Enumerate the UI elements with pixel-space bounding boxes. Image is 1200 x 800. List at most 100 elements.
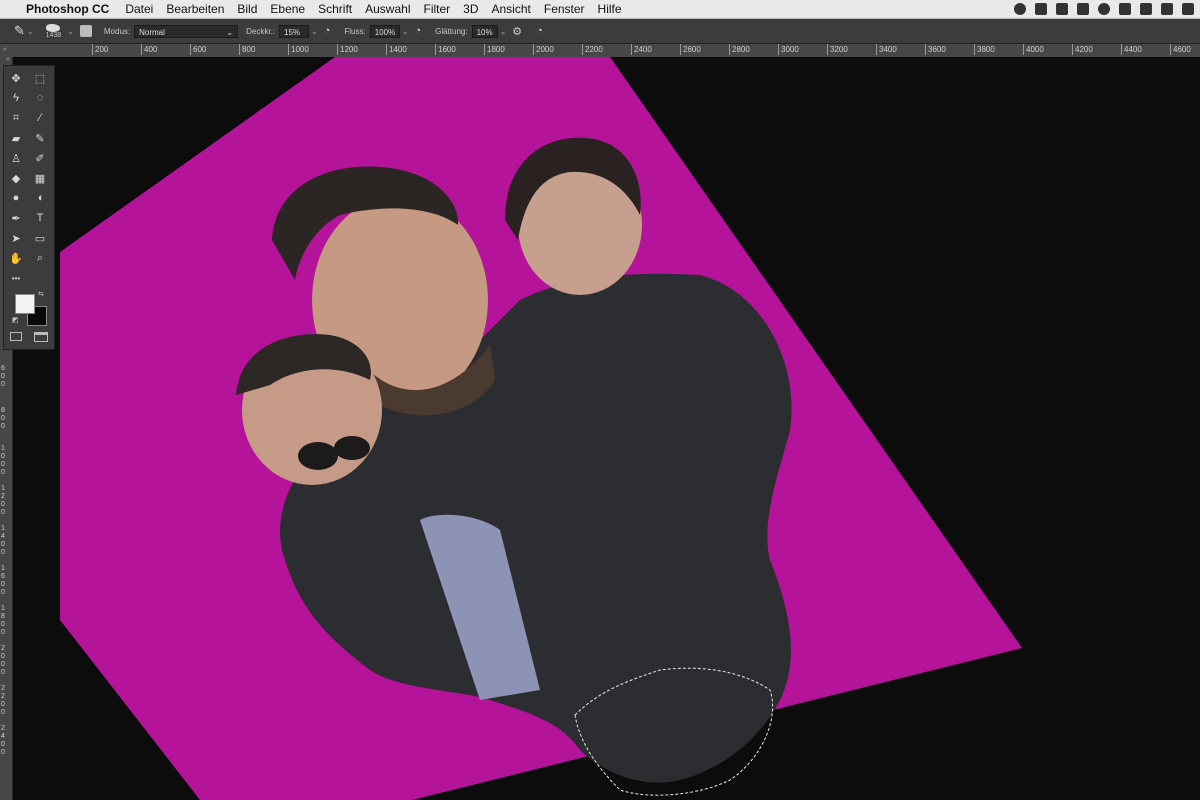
ruler-tick: 2 0 0 0 xyxy=(1,645,5,676)
marquee-icon[interactable]: ⬚ xyxy=(32,70,48,86)
rectangle-icon[interactable]: ▭ xyxy=(32,230,48,246)
brush-icon[interactable]: ✎ xyxy=(32,130,48,146)
dodge-icon[interactable]: ◖ xyxy=(32,190,48,206)
creative-cloud-icon[interactable] xyxy=(1098,3,1110,15)
ruler-tick: 600 xyxy=(190,44,206,55)
mode-label: Modus: xyxy=(103,26,131,36)
brush-preset-picker[interactable]: 1438 xyxy=(45,23,62,39)
hand-icon[interactable]: ✋ xyxy=(8,250,24,266)
pen-icon[interactable]: ✒ xyxy=(8,210,24,226)
ruler-tick: 1600 xyxy=(435,44,456,55)
lasso-icon[interactable]: ϟ xyxy=(8,90,24,106)
ruler-tick: 1 6 0 0 xyxy=(1,565,5,596)
gear-icon[interactable]: ⚙ xyxy=(512,25,522,38)
record-icon[interactable] xyxy=(1014,3,1026,15)
ruler-tick: 1 2 0 0 xyxy=(1,485,5,516)
menu-bild[interactable]: Bild xyxy=(237,2,257,16)
screen-mode-icon[interactable] xyxy=(34,332,48,342)
collapse-icon[interactable]: « xyxy=(3,44,7,55)
ruler-tick: 6 0 0 xyxy=(1,365,5,388)
gradient-icon[interactable]: ▦ xyxy=(32,170,48,186)
check-icon[interactable] xyxy=(1161,3,1173,15)
dark-icon[interactable] xyxy=(1140,3,1152,15)
airbrush-icon[interactable]: ◔ xyxy=(414,25,421,37)
default-colors-icon[interactable]: ◩ xyxy=(12,316,19,324)
menu-bearbeiten[interactable]: Bearbeiten xyxy=(166,2,224,16)
ruler-tick: 2 2 0 0 xyxy=(1,685,5,716)
menu-auswahl[interactable]: Auswahl xyxy=(365,2,410,16)
mac-menubar: Photoshop CC Datei Bearbeiten Bild Ebene… xyxy=(0,0,1200,19)
healing-icon[interactable]: ▰ xyxy=(8,130,24,146)
swap-colors-icon[interactable]: ⇆ xyxy=(38,290,44,298)
chevron-down-icon[interactable]: ⌄ xyxy=(500,27,507,36)
pen-tray-icon[interactable] xyxy=(1182,3,1194,15)
evernote-icon[interactable] xyxy=(1119,3,1131,15)
ruler-tick: 3800 xyxy=(974,44,995,55)
menu-ansicht[interactable]: Ansicht xyxy=(492,2,531,16)
eyedropper-icon[interactable]: ⁄ xyxy=(32,110,48,126)
menu-filter[interactable]: Filter xyxy=(423,2,450,16)
pressure-opacity-icon[interactable]: ◔ xyxy=(324,25,331,37)
quick-select-icon[interactable]: ◌ xyxy=(32,90,48,106)
ruler-tick: 400 xyxy=(141,44,157,55)
ruler-tick: 800 xyxy=(239,44,255,55)
menu-hilfe[interactable]: Hilfe xyxy=(598,2,622,16)
ruler-tick: 1400 xyxy=(386,44,407,55)
smoothing-input[interactable]: 10% xyxy=(471,24,498,38)
brush-size-value: 1438 xyxy=(45,31,62,39)
flow-input[interactable]: 100% xyxy=(369,24,400,38)
ruler-tick: 4200 xyxy=(1072,44,1093,55)
ruler-tick: 4600 xyxy=(1170,44,1191,55)
flow-label: Fluss: xyxy=(344,26,366,36)
chevron-down-icon[interactable]: ⌄ xyxy=(67,27,74,36)
chevron-down-icon[interactable]: ⌄ xyxy=(402,27,409,36)
drive-icon[interactable] xyxy=(1077,3,1089,15)
menu-ebene[interactable]: Ebene xyxy=(270,2,305,16)
brush-tool-icon[interactable]: ✎ xyxy=(14,23,25,39)
ruler-horizontal[interactable]: « 200 400 600 800 1000 1200 1400 1600 18… xyxy=(0,44,1200,58)
menu-datei[interactable]: Datei xyxy=(125,2,153,16)
brush-tip-icon xyxy=(46,23,61,32)
ruler-tick: 2800 xyxy=(729,44,750,55)
dropbox-icon[interactable] xyxy=(1056,3,1068,15)
path-select-icon[interactable]: ➤ xyxy=(8,230,24,246)
history-brush-icon[interactable]: ✐ xyxy=(32,150,48,166)
pressure-size-icon[interactable]: ◔ xyxy=(536,25,543,37)
window-icon[interactable] xyxy=(1035,3,1047,15)
options-bar: ✎ ⌄ 1438 ⌄ Modus: Normal ⌄ Deckkr.: 15% ⌄… xyxy=(0,19,1200,44)
stamp-icon[interactable]: ♙ xyxy=(8,150,24,166)
ruler-tick: 2600 xyxy=(680,44,701,55)
blur-icon[interactable]: ● xyxy=(8,190,24,206)
move-icon[interactable]: ✥ xyxy=(8,70,24,86)
collapse-icon[interactable]: « xyxy=(6,56,10,63)
document-canvas[interactable] xyxy=(13,57,1200,800)
type-icon[interactable]: T xyxy=(32,210,48,226)
chevron-down-icon[interactable]: ⌄ xyxy=(311,27,318,36)
ruler-tick: 1200 xyxy=(337,44,358,55)
ruler-tick: 200 xyxy=(92,44,108,55)
ruler-tick: 1 8 0 0 xyxy=(1,605,5,636)
opacity-input[interactable]: 15% xyxy=(279,24,310,38)
ruler-tick: 2 4 0 0 xyxy=(1,725,5,756)
app-name-menu[interactable]: Photoshop CC xyxy=(26,2,109,16)
sunglasses-right-lens xyxy=(334,436,370,460)
opacity-label: Deckkr.: xyxy=(246,26,276,36)
mode-select[interactable]: Normal ⌄ xyxy=(134,24,239,38)
ruler-tick: 1 4 0 0 xyxy=(1,525,5,556)
eraser-icon[interactable]: ◆ xyxy=(8,170,24,186)
menu-3d[interactable]: 3D xyxy=(463,2,478,16)
more-tools-icon[interactable]: ••• xyxy=(8,270,24,286)
crop-icon[interactable]: ⌗ xyxy=(8,110,24,126)
menu-fenster[interactable]: Fenster xyxy=(544,2,585,16)
quick-mask-icon[interactable] xyxy=(10,332,22,341)
ruler-tick: 3200 xyxy=(827,44,848,55)
ruler-tick: 4000 xyxy=(1023,44,1044,55)
chevron-down-icon[interactable]: ⌄ xyxy=(27,27,34,36)
chevron-down-icon: ⌄ xyxy=(226,27,234,37)
zoom-icon[interactable]: ⌕ xyxy=(32,250,48,266)
foreground-color-swatch[interactable] xyxy=(15,294,35,314)
ruler-tick: 2400 xyxy=(631,44,652,55)
menu-schrift[interactable]: Schrift xyxy=(318,2,352,16)
smoothing-label: Glättung: xyxy=(435,26,468,36)
brush-settings-icon[interactable] xyxy=(79,25,92,37)
